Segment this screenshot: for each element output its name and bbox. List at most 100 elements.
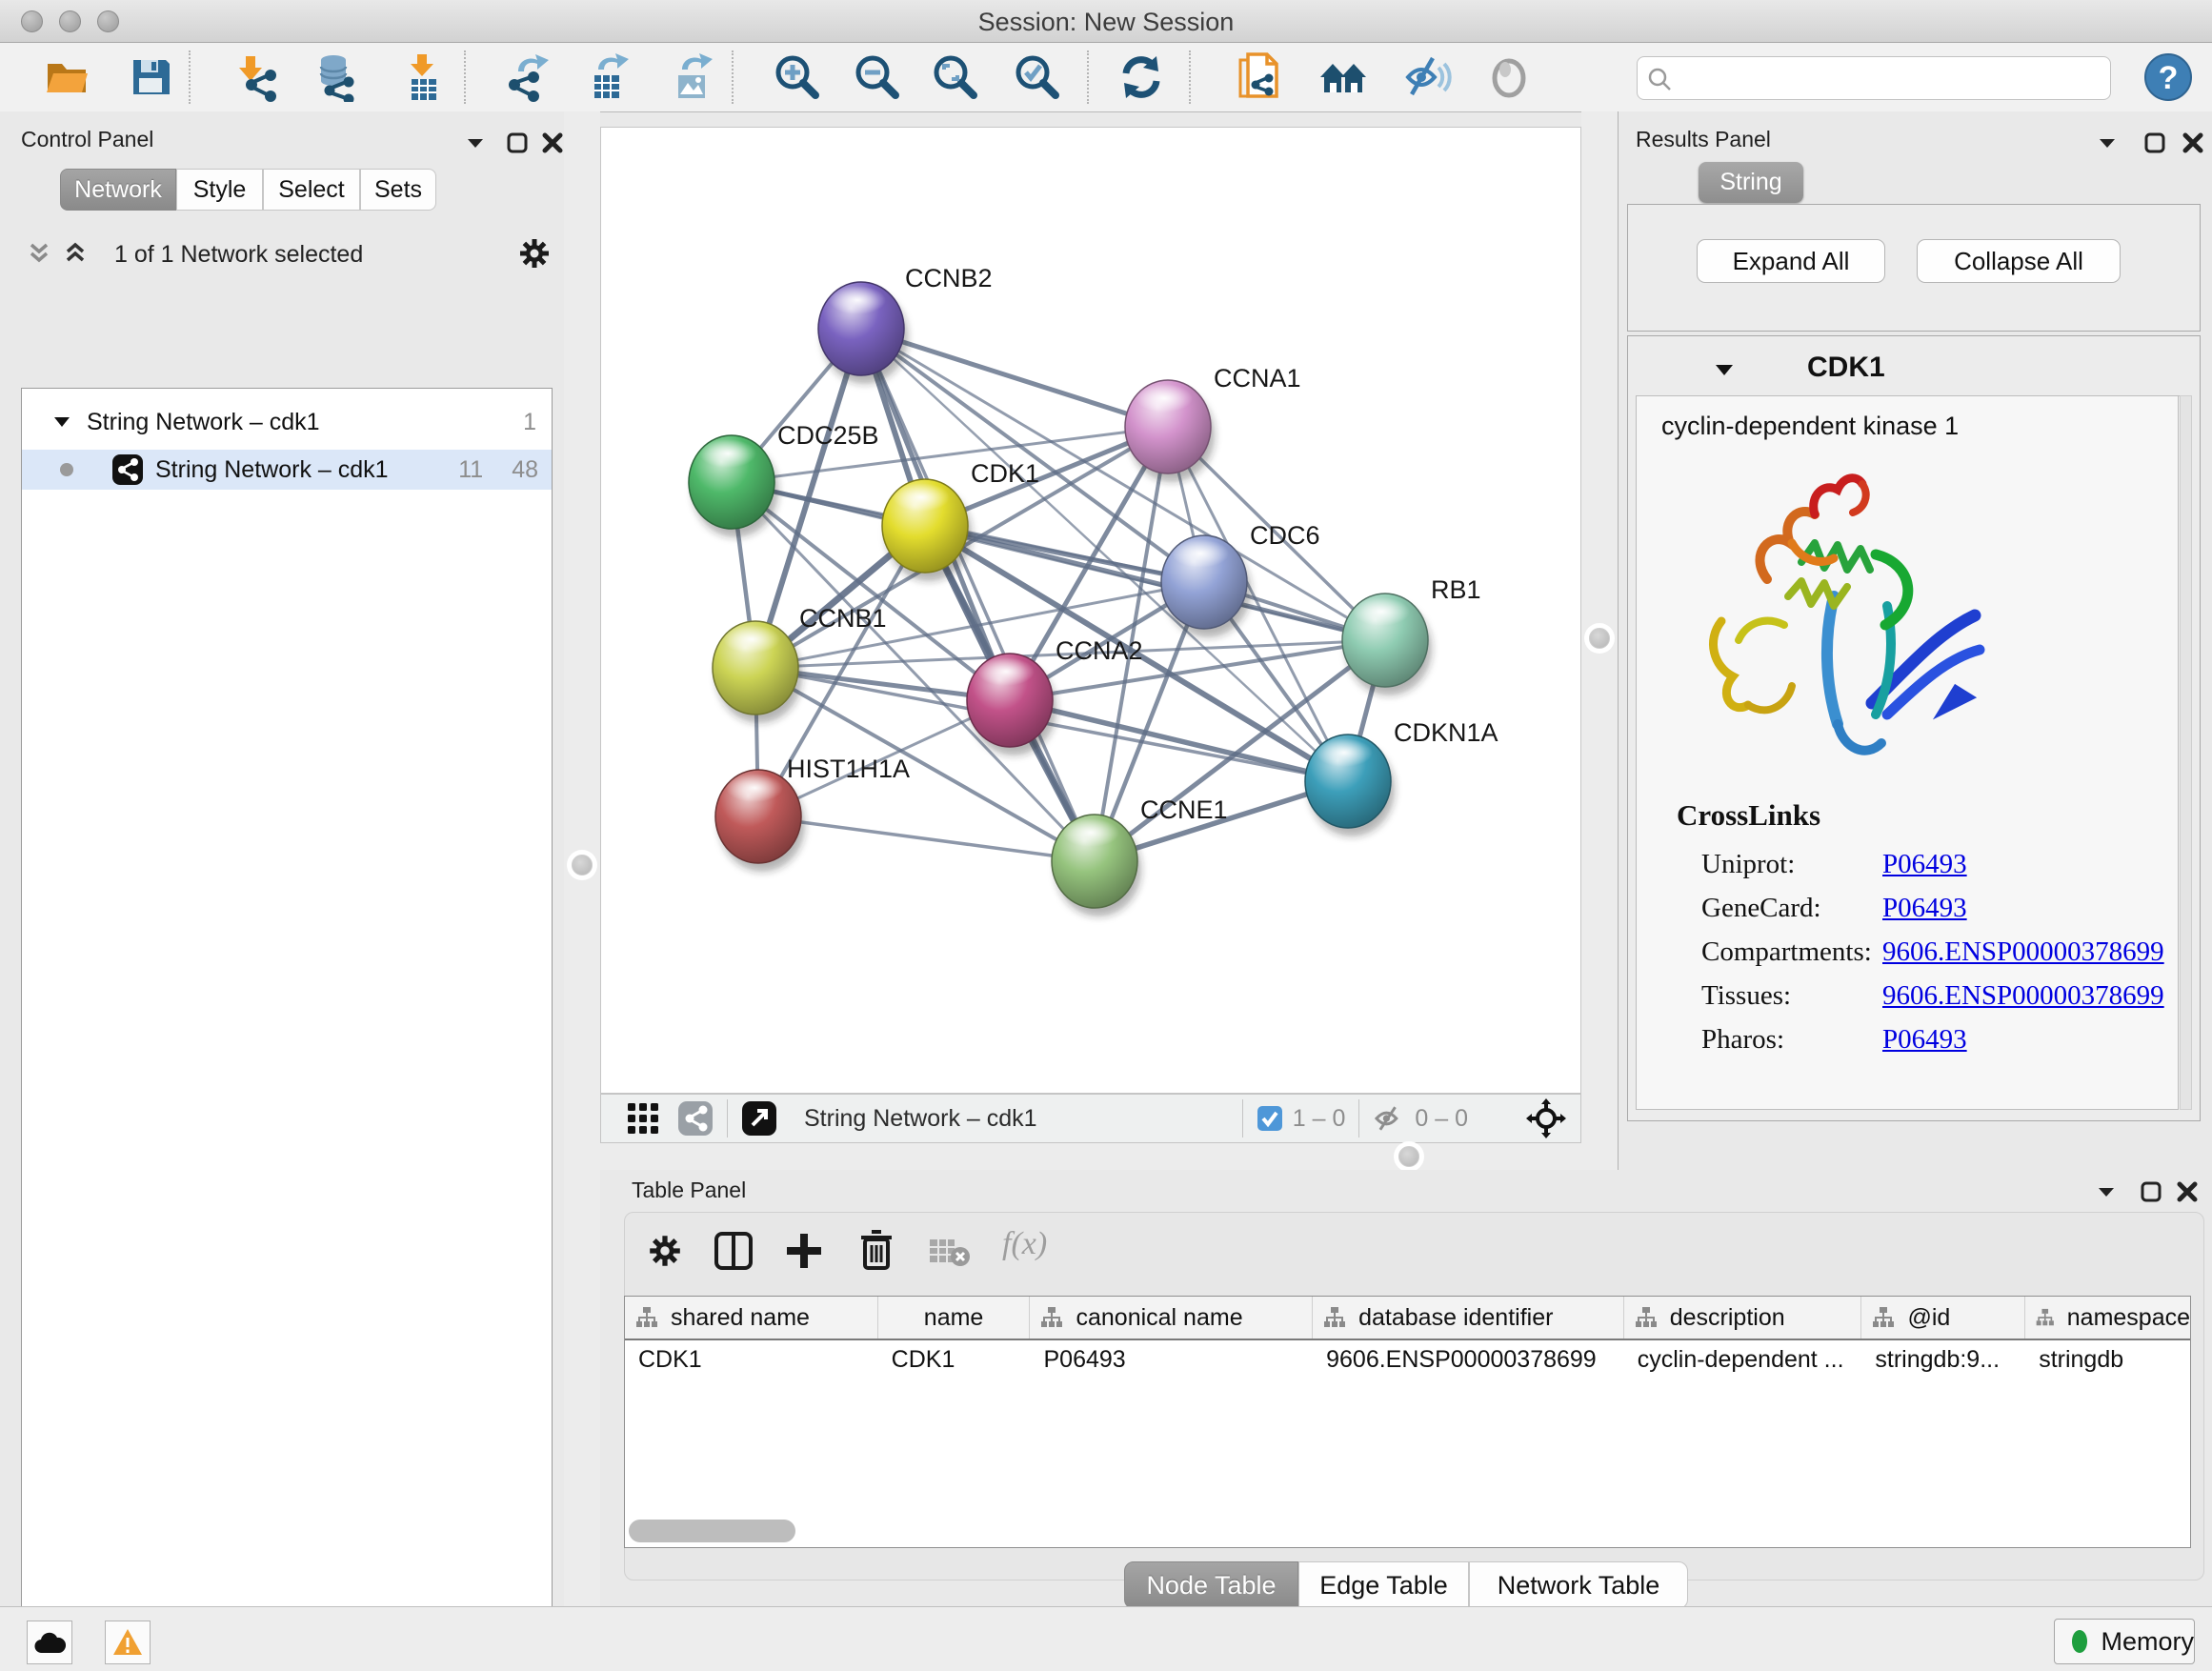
table-horizontal-scrollbar[interactable] [629,1520,795,1542]
vertical-splitter-left[interactable] [564,111,600,1606]
crosslink-value[interactable]: 9606.ENSP00000378699 [1882,936,2164,967]
splitter-handle[interactable] [1589,628,1610,649]
zoom-out-icon[interactable] [852,52,901,102]
cell-shared-name[interactable]: CDK1 [625,1340,878,1382]
add-column-icon[interactable] [783,1230,825,1272]
panel-menu-icon[interactable] [2093,129,2122,157]
float-panel-icon[interactable] [2141,129,2169,157]
panel-menu-icon[interactable] [461,129,490,157]
close-panel-icon[interactable] [2179,129,2207,157]
collapse-arrow-icon[interactable] [1712,357,1737,382]
network-node-cdkn1a[interactable] [1305,735,1395,836]
share-document-icon[interactable] [1235,52,1284,102]
panel-menu-icon[interactable] [2092,1178,2121,1206]
gear-icon[interactable] [646,1232,684,1270]
close-panel-icon[interactable] [538,129,567,157]
crosslink-value[interactable]: P06493 [1882,893,1967,923]
export-table-icon[interactable] [583,52,633,102]
import-database-icon[interactable] [312,52,362,102]
tab-network-table[interactable]: Network Table [1469,1561,1688,1609]
tab-string[interactable]: String [1699,162,1803,203]
crosslink-value[interactable]: P06493 [1882,849,1967,879]
columns-icon[interactable] [713,1230,754,1272]
tab-network[interactable]: Network [60,169,176,211]
splitter-handle[interactable] [1398,1146,1419,1167]
column-header[interactable]: shared name [625,1297,878,1339]
column-header[interactable]: canonical name [1030,1297,1313,1339]
network-title: String Network – cdk1 [804,1105,1037,1133]
column-header[interactable]: database identifier [1313,1297,1624,1339]
tab-sets[interactable]: Sets [360,169,436,211]
column-header[interactable]: @id [1861,1297,2025,1339]
close-panel-icon[interactable] [2173,1178,2202,1206]
float-panel-icon[interactable] [503,129,532,157]
cell-namespace[interactable]: stringdb [2025,1340,2190,1382]
tab-select[interactable]: Select [263,169,360,211]
collapse-arrow-icon[interactable] [50,411,73,433]
cell-description[interactable]: cyclin-dependent ... [1624,1340,1862,1382]
cell-database-identifier[interactable]: 9606.ENSP00000378699 [1313,1340,1624,1382]
network-node-cdc25b[interactable] [689,435,778,537]
open-session-icon[interactable] [42,52,91,102]
help-icon[interactable]: ? [2143,52,2193,102]
collapse-all-icon[interactable] [25,239,53,268]
float-panel-icon[interactable] [2137,1178,2165,1206]
hidden-eye-icon[interactable] [1373,1102,1405,1135]
import-network-icon[interactable] [232,52,282,102]
table-row[interactable]: CDK1 CDK1 P06493 9606.ENSP00000378699 cy… [625,1340,2190,1382]
delete-column-icon[interactable] [855,1228,897,1272]
tab-node-table[interactable]: Node Table [1124,1561,1298,1609]
column-header[interactable]: name [878,1297,1031,1339]
splitter-handle[interactable] [572,855,593,876]
pan-icon[interactable] [1525,1097,1567,1139]
zoom-selected-icon[interactable] [1012,52,1061,102]
network-collection-row[interactable]: String Network – cdk1 1 [22,402,552,442]
selected-checkbox[interactable] [1257,1105,1283,1132]
network-node-hist1h1a[interactable] [715,770,805,872]
gene-section-header[interactable]: CDK1 [1636,342,2192,396]
string-home-icon[interactable] [1318,52,1368,102]
tab-style[interactable]: Style [176,169,263,211]
save-session-icon[interactable] [126,52,175,102]
network-node-ccnb2[interactable] [818,282,908,384]
birdseye-icon[interactable] [677,1100,714,1137]
gear-icon[interactable] [516,235,553,272]
hide-panel-eye-slash-icon[interactable] [1402,52,1452,102]
crosslink-value[interactable]: 9606.ENSP00000378699 [1882,980,2164,1011]
column-header[interactable]: description [1624,1297,1862,1339]
tab-edge-table[interactable]: Edge Table [1298,1561,1469,1609]
network-node-cdk1[interactable] [882,479,972,581]
expand-all-button[interactable]: Expand All [1697,239,1885,283]
memory-button[interactable]: Memory [2054,1619,2195,1664]
vertical-splitter-right[interactable] [1581,111,1618,1170]
node-table[interactable]: shared name name canonical name database… [624,1296,2191,1548]
cell-name[interactable]: CDK1 [878,1340,1031,1382]
export-image-icon[interactable] [667,52,716,102]
open-in-window-icon[interactable] [741,1100,777,1137]
cell-canonical-name[interactable]: P06493 [1030,1340,1313,1382]
results-scrollbar[interactable] [2180,395,2192,1110]
cloud-status-button[interactable] [27,1621,72,1664]
zoom-fit-icon[interactable] [930,52,979,102]
search-field[interactable] [1637,56,2111,100]
network-node-rb1[interactable] [1342,594,1432,695]
search-input[interactable] [1679,61,2102,95]
network-node-ccna1[interactable] [1125,380,1215,482]
network-node-ccne1[interactable] [1052,815,1141,916]
collapse-all-button[interactable]: Collapse All [1917,239,2121,283]
crosslink-value[interactable]: P06493 [1882,1024,1967,1055]
network-graph[interactable]: CCNB2CCNA1CDC25BCDK1CDC6RB1CCNB1CCNA2CDK… [601,128,1580,1093]
cytoscape-window: Session: New Session [0,0,2212,1671]
export-network-icon[interactable] [501,52,551,102]
refresh-icon[interactable] [1116,52,1166,102]
network-canvas[interactable]: CCNB2CCNA1CDC25BCDK1CDC6RB1CCNB1CCNA2CDK… [600,127,1581,1094]
cell-id[interactable]: stringdb:9... [1861,1340,2025,1382]
zoom-in-icon[interactable] [772,52,821,102]
import-table-icon[interactable] [398,52,448,102]
expand-all-icon[interactable] [61,239,90,268]
horizontal-splitter[interactable] [600,1143,1581,1170]
grid-view-icon[interactable] [626,1101,660,1136]
network-row-selected[interactable]: String Network – cdk1 11 48 [22,450,552,490]
warnings-button[interactable] [105,1621,151,1664]
column-header[interactable]: namespace [2025,1297,2190,1339]
